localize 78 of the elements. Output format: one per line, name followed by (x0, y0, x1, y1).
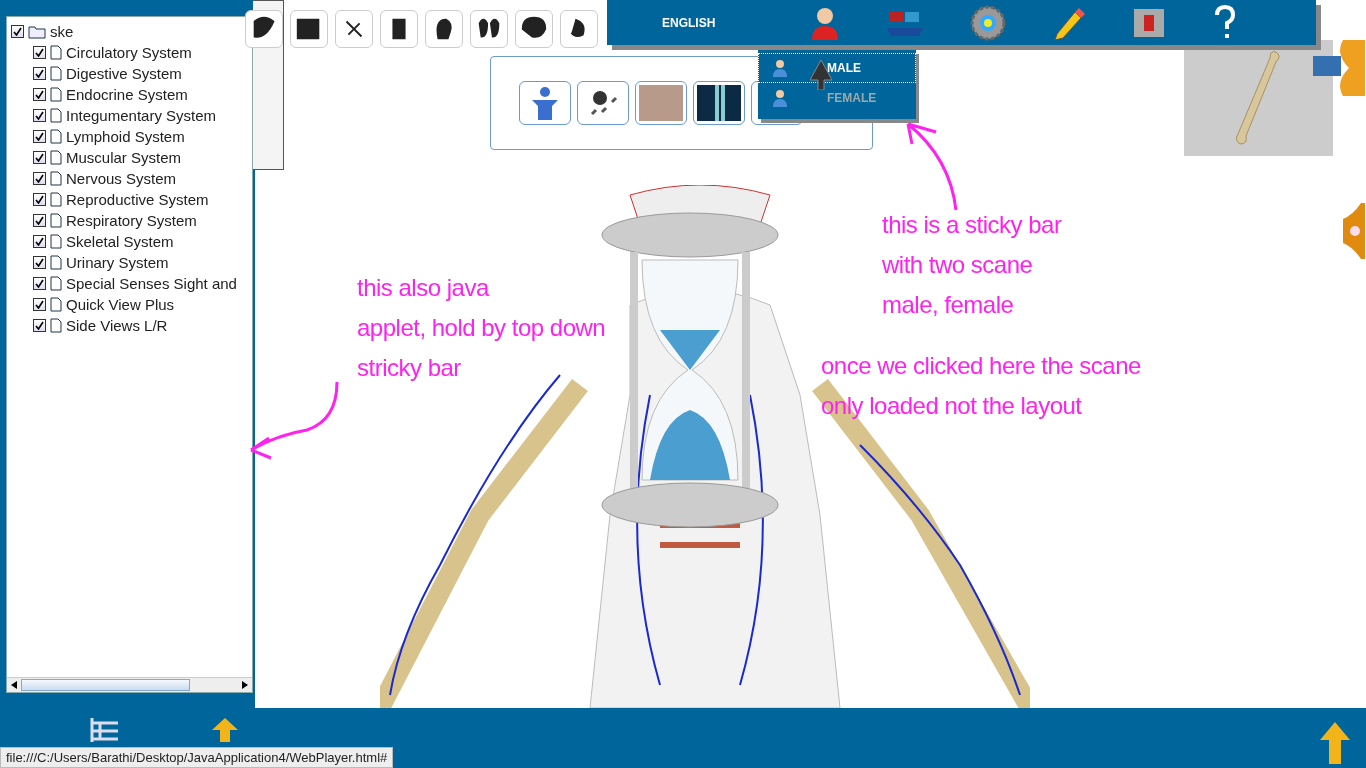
file-icon (50, 108, 62, 123)
figure-thumbnail[interactable] (519, 81, 571, 125)
annotation-text: this is a sticky bar (882, 210, 1062, 240)
scroll-thumb[interactable] (21, 679, 191, 691)
photo-placeholder[interactable] (635, 81, 687, 125)
checkbox[interactable] (33, 109, 46, 122)
checkbox[interactable] (33, 256, 46, 269)
up-arrow-icon[interactable] (212, 718, 238, 742)
tree-item[interactable]: ske (50, 23, 74, 40)
tree-item[interactable]: Lymphoid System (66, 128, 185, 145)
file-icon (50, 66, 62, 81)
organ-icon[interactable] (470, 10, 508, 48)
checkbox[interactable] (33, 277, 46, 290)
organ-icon[interactable] (335, 10, 373, 48)
language-button[interactable]: ENGLISH (662, 15, 716, 30)
organ-icon[interactable] (560, 10, 598, 48)
folder-icon (28, 24, 46, 39)
checkbox[interactable] (33, 319, 46, 332)
annotation-text: once we clicked here the scane (821, 351, 1141, 381)
checkbox[interactable] (33, 235, 46, 248)
tree-item[interactable]: Quick View Plus (66, 296, 175, 313)
tree-item[interactable]: Special Senses Sight and (66, 275, 237, 292)
tree-item[interactable]: Reproductive System (66, 191, 209, 208)
tree-item[interactable]: Integumentary System (66, 107, 217, 124)
tree-item[interactable]: Side Views L/R (66, 317, 168, 334)
organ-icon[interactable] (380, 10, 418, 48)
side-tab-icon[interactable] (1313, 40, 1365, 96)
annotation-text: male, female (882, 290, 1015, 320)
camera-thumbnail[interactable] (577, 81, 629, 125)
checkbox[interactable] (33, 151, 46, 164)
tree-item[interactable]: Urinary System (66, 254, 169, 271)
annotation-text: with two scane (882, 250, 1034, 280)
tree-item[interactable]: Skeletal System (66, 233, 174, 250)
file-icon (50, 255, 62, 270)
file-icon (50, 171, 62, 186)
person-icon (773, 59, 787, 77)
pencil-icon[interactable] (1051, 5, 1086, 40)
horizontal-scrollbar[interactable] (7, 677, 252, 692)
file-icon (50, 276, 62, 291)
annotation-text: applet, hold by top down (357, 313, 606, 343)
tree-item[interactable]: Respiratory System (66, 212, 197, 229)
file-icon (50, 297, 62, 312)
up-arrow-icon[interactable] (1320, 722, 1350, 764)
organ-icon[interactable] (290, 10, 328, 48)
settings-icon[interactable] (970, 4, 1007, 41)
file-icon (50, 87, 62, 102)
checkbox[interactable] (33, 130, 46, 143)
x-ray-thumbnail[interactable] (693, 81, 745, 125)
help-icon[interactable] (1213, 4, 1238, 41)
annotation-text: this also java (357, 273, 491, 303)
tree-item[interactable]: Endocrine System (66, 86, 188, 103)
checkbox[interactable] (33, 88, 46, 101)
hand-tab-icon[interactable] (1343, 203, 1365, 259)
file-icon (50, 150, 62, 165)
checkbox[interactable] (33, 214, 46, 227)
tree-item[interactable]: Circulatory System (66, 44, 192, 61)
checkbox[interactable] (33, 46, 46, 59)
organ-icon[interactable] (245, 10, 283, 48)
file-icon (50, 234, 62, 249)
annotation-text: stricky bar (357, 353, 462, 383)
checkbox[interactable] (33, 172, 46, 185)
file-icon (50, 318, 62, 333)
organ-icon[interactable] (515, 10, 553, 48)
person-icon[interactable] (810, 5, 841, 40)
file-icon (50, 192, 62, 207)
checkbox[interactable] (33, 193, 46, 206)
tree-item[interactable]: Muscular System (66, 149, 182, 166)
file-icon (50, 213, 62, 228)
tree-item[interactable]: Nervous System (66, 170, 177, 187)
checkbox[interactable] (11, 25, 24, 38)
file-icon (50, 129, 62, 144)
organ-icon[interactable] (425, 10, 463, 48)
checkbox[interactable] (33, 67, 46, 80)
status-url: file:///C:/Users/Barathi/Desktop/JavaApplication4/WebPlayer.html# (0, 747, 394, 768)
person-icon (773, 89, 787, 107)
file-icon (50, 45, 62, 60)
checkbox[interactable] (33, 298, 46, 311)
tree-item[interactable]: Digestive System (66, 65, 182, 82)
